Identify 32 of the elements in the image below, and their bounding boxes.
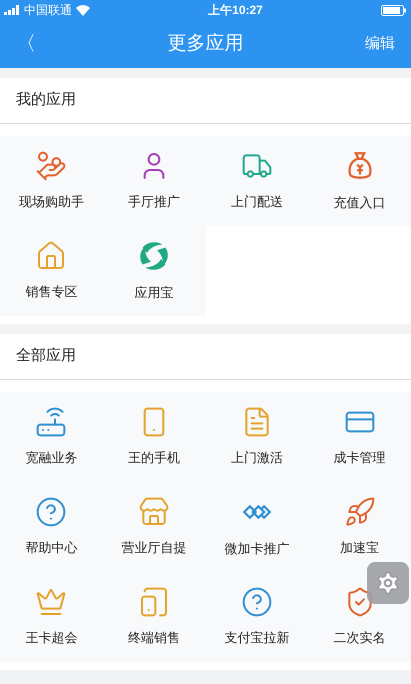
page-title: 更多应用 <box>168 32 244 56</box>
app-tile[interactable]: 销售专区 <box>0 226 103 316</box>
help-icon <box>35 496 68 528</box>
app-tile[interactable]: 终端销售 <box>102 572 206 662</box>
carrier-name: 中国联通 <box>24 2 72 19</box>
assistive-touch-menu[interactable] <box>367 562 409 604</box>
router-icon <box>35 406 68 438</box>
section-title: 全部应用 <box>16 346 76 366</box>
app-tile[interactable]: 营业厅自提 <box>102 482 206 572</box>
wifi-icon <box>76 4 90 16</box>
rocket-icon <box>344 496 376 528</box>
app-tile[interactable]: 上门配送 <box>206 136 308 226</box>
settings-icon <box>375 570 401 596</box>
app-tile[interactable]: 上门激活 <box>206 392 308 482</box>
app-tile[interactable]: 支付宝拉新 <box>206 572 308 662</box>
section-title: 我的应用 <box>16 90 76 110</box>
hand-coins-icon <box>35 150 68 182</box>
app-tile[interactable]: 微加卡推广 <box>206 482 308 572</box>
circle-icon <box>240 586 273 618</box>
app-tile[interactable]: 王的手机 <box>102 392 206 482</box>
app-tile[interactable]: 帮助中心 <box>0 482 103 572</box>
app-tile[interactable]: 加速宝 <box>308 482 411 572</box>
clock-time: 上午10:27 <box>208 2 263 19</box>
signal-icon <box>4 5 20 15</box>
app-tile[interactable]: 应用宝 <box>102 226 206 316</box>
app-tile[interactable]: 现场购助手 <box>0 136 103 226</box>
battery-icon <box>380 4 407 16</box>
app-tile[interactable]: 宽融业务 <box>0 392 103 482</box>
app-tile[interactable]: 王卡超会 <box>0 572 103 662</box>
app-tile[interactable]: 手厅推广 <box>102 136 206 226</box>
app-tile[interactable]: 成卡管理 <box>308 392 411 482</box>
app-tile[interactable]: 充值入口 <box>308 136 411 226</box>
